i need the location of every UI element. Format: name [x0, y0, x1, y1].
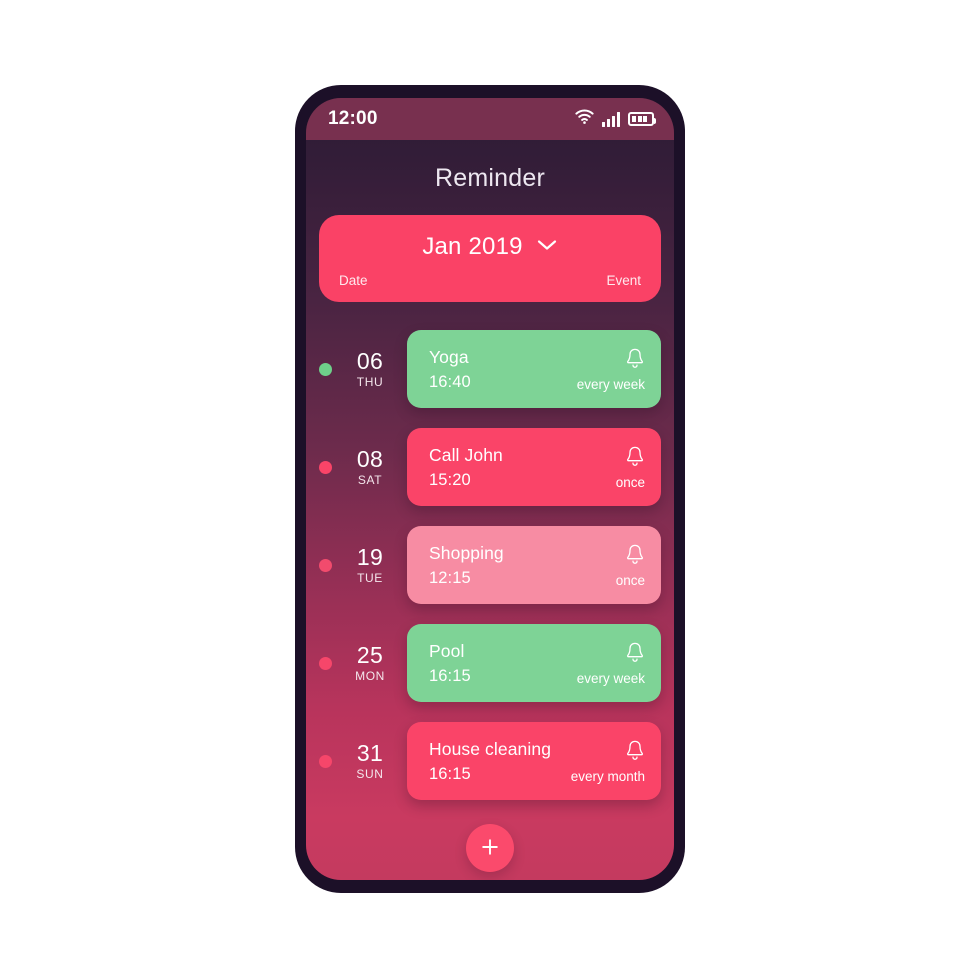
event-repeat: every week — [576, 376, 645, 392]
event-title: House cleaning — [429, 738, 552, 759]
cellular-signal-icon — [602, 111, 620, 127]
column-header-event: Event — [606, 273, 641, 288]
bell-icon[interactable] — [625, 543, 645, 570]
event-time: 15:20 — [429, 470, 471, 489]
canvas: 12:00 Reminder Jan 2019 Date Event 06 TH… — [0, 0, 980, 980]
date-day: 06 — [356, 348, 384, 375]
date-weekday: THU — [356, 374, 384, 389]
date-weekday: SAT — [357, 472, 383, 487]
event-title: Yoga — [429, 346, 469, 367]
event-card[interactable]: Pool 16:15 every week — [407, 624, 661, 702]
month-selector[interactable]: Jan 2019 — [339, 233, 641, 261]
fab-container — [306, 824, 674, 872]
list-item[interactable]: 19 TUE Shopping 12:15 once — [306, 516, 674, 614]
date-column: 19 TUE — [347, 545, 393, 584]
bell-icon[interactable] — [625, 739, 645, 766]
column-header-date: Date — [339, 273, 368, 288]
list-item[interactable]: 25 MON Pool 16:15 every week — [306, 614, 674, 712]
date-day: 31 — [356, 740, 384, 767]
event-repeat: once — [615, 474, 645, 490]
event-info: Yoga 16:40 — [429, 347, 471, 392]
month-header-card[interactable]: Jan 2019 Date Event — [319, 215, 661, 302]
event-info: Call John 15:20 — [429, 445, 503, 490]
bell-icon[interactable] — [625, 641, 645, 668]
list-item[interactable]: 06 THU Yoga 16:40 every week — [306, 320, 674, 418]
column-headers: Date Event — [339, 273, 641, 288]
date-weekday: MON — [355, 668, 385, 683]
event-card[interactable]: Yoga 16:40 every week — [407, 330, 661, 408]
event-time: 16:15 — [429, 666, 471, 685]
event-meta: once — [616, 543, 645, 588]
status-dot — [319, 460, 332, 474]
event-repeat: every month — [570, 768, 645, 784]
list-item[interactable]: 08 SAT Call John 15:20 once — [306, 418, 674, 516]
date-weekday: SUN — [356, 766, 384, 781]
event-title: Call John — [429, 444, 503, 465]
event-title: Shopping — [429, 542, 504, 563]
event-meta: once — [616, 445, 645, 490]
event-info: Pool 16:15 — [429, 641, 471, 686]
date-weekday: TUE — [357, 570, 383, 585]
event-card[interactable]: Call John 15:20 once — [407, 428, 661, 506]
date-column: 31 SUN — [347, 741, 393, 780]
event-repeat: every week — [576, 670, 645, 686]
reminder-list: 06 THU Yoga 16:40 every week 08 SAT Call… — [306, 302, 674, 810]
bell-icon[interactable] — [625, 347, 645, 374]
status-dot — [319, 656, 332, 670]
phone-screen: 12:00 Reminder Jan 2019 Date Event 06 TH… — [306, 98, 674, 880]
phone-frame: 12:00 Reminder Jan 2019 Date Event 06 TH… — [295, 85, 685, 893]
list-item[interactable]: 31 SUN House cleaning 16:15 every month — [306, 712, 674, 810]
event-time: 16:40 — [429, 372, 471, 391]
event-time: 12:15 — [429, 568, 471, 587]
event-info: House cleaning 16:15 — [429, 739, 551, 784]
date-day: 19 — [356, 544, 384, 571]
status-bar-icons — [575, 109, 656, 129]
month-label: Jan 2019 — [422, 233, 523, 260]
date-column: 06 THU — [347, 349, 393, 388]
status-bar-time: 12:00 — [328, 108, 378, 129]
event-meta: every month — [571, 739, 645, 784]
battery-icon — [628, 112, 656, 126]
event-time: 16:15 — [429, 764, 471, 783]
date-day: 08 — [356, 446, 384, 473]
event-meta: every week — [577, 347, 645, 392]
event-card[interactable]: House cleaning 16:15 every month — [407, 722, 661, 800]
plus-icon — [480, 837, 500, 860]
wifi-icon — [575, 109, 594, 129]
date-day: 25 — [356, 642, 384, 669]
status-bar: 12:00 — [306, 98, 674, 140]
add-reminder-button[interactable] — [466, 824, 514, 872]
status-dot — [319, 362, 332, 376]
event-title: Pool — [429, 640, 465, 661]
event-repeat: once — [615, 572, 645, 588]
chevron-down-icon[interactable] — [536, 238, 558, 257]
date-column: 08 SAT — [347, 447, 393, 486]
date-column: 25 MON — [347, 643, 393, 682]
event-card[interactable]: Shopping 12:15 once — [407, 526, 661, 604]
event-meta: every week — [577, 641, 645, 686]
bell-icon[interactable] — [625, 445, 645, 472]
page-title: Reminder — [435, 164, 545, 192]
event-info: Shopping 12:15 — [429, 543, 504, 588]
status-dot — [319, 754, 332, 768]
status-dot — [319, 558, 332, 572]
